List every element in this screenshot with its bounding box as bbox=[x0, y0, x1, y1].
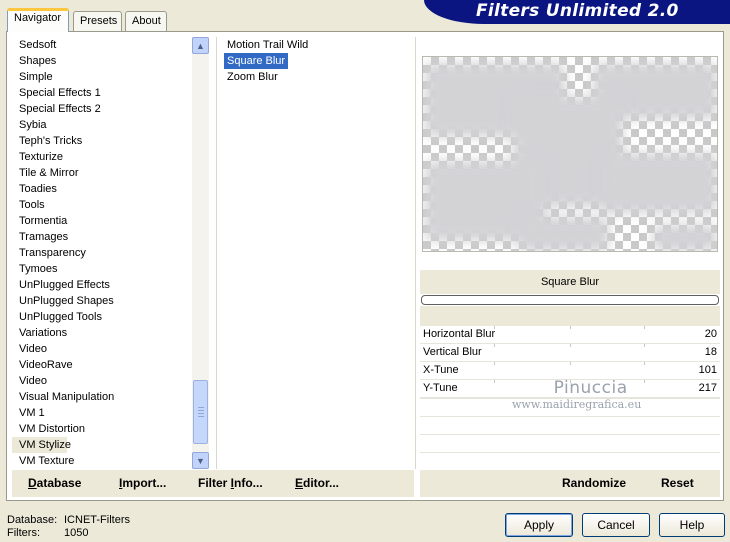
scroll-down-button[interactable]: ▼ bbox=[192, 452, 209, 469]
current-filter-title: Square Blur bbox=[420, 270, 720, 294]
category-item[interactable]: VM Stylize bbox=[12, 437, 71, 453]
category-item[interactable]: VM Distortion bbox=[12, 421, 192, 437]
category-item[interactable]: Transparency bbox=[12, 245, 192, 261]
scroll-thumb[interactable] bbox=[193, 380, 208, 444]
category-item[interactable]: Shapes bbox=[12, 53, 192, 69]
param-value: 18 bbox=[704, 346, 717, 358]
category-item[interactable]: Special Effects 1 bbox=[12, 85, 192, 101]
param-value: 217 bbox=[698, 382, 717, 394]
category-item[interactable]: Texturize bbox=[12, 149, 192, 165]
list-divider bbox=[216, 37, 217, 469]
category-item[interactable]: Teph's Tricks bbox=[12, 133, 192, 149]
grip-icon bbox=[198, 407, 204, 417]
category-item[interactable]: UnPlugged Tools bbox=[12, 309, 192, 325]
filter-item[interactable]: Zoom Blur bbox=[224, 69, 281, 85]
filters-count: 1050 bbox=[64, 527, 89, 539]
category-item[interactable]: UnPlugged Shapes bbox=[12, 293, 192, 309]
filters-label: Filters: bbox=[7, 527, 40, 539]
param-label: X-Tune bbox=[423, 364, 459, 376]
filter-item[interactable]: Motion Trail Wild bbox=[224, 37, 311, 53]
category-item[interactable]: Special Effects 2 bbox=[12, 101, 192, 117]
category-item[interactable]: Video bbox=[12, 341, 192, 357]
panel-divider bbox=[415, 37, 416, 469]
param-value: 20 bbox=[704, 328, 717, 340]
category-item[interactable]: Sybia bbox=[12, 117, 192, 133]
filter-list[interactable]: Motion Trail Wild Square Blur Zoom Blur bbox=[224, 37, 414, 85]
randomize-button[interactable]: Randomize bbox=[562, 476, 626, 490]
reset-button[interactable]: Reset bbox=[661, 476, 694, 490]
param-value: 101 bbox=[698, 364, 717, 376]
category-item[interactable]: Tormentia bbox=[12, 213, 192, 229]
tab-about[interactable]: About bbox=[125, 11, 167, 32]
cancel-button[interactable]: Cancel bbox=[582, 513, 650, 537]
param-label: Vertical Blur bbox=[423, 346, 482, 358]
database-button[interactable]: Database bbox=[28, 476, 81, 490]
left-toolbar: Database Import... Filter Info... Editor… bbox=[12, 470, 414, 497]
category-item[interactable]: Tymoes bbox=[12, 261, 192, 277]
scroll-up-button[interactable]: ▲ bbox=[192, 37, 209, 54]
help-button[interactable]: Help bbox=[659, 513, 725, 537]
category-scrollbar[interactable]: ▲ ▼ bbox=[192, 37, 209, 469]
category-item[interactable]: Tramages bbox=[12, 229, 192, 245]
right-toolbar: Randomize Reset bbox=[420, 470, 720, 497]
category-item[interactable]: UnPlugged Effects bbox=[12, 277, 192, 293]
empty-param-row bbox=[420, 416, 720, 433]
progress-bar bbox=[421, 295, 719, 305]
category-item[interactable]: Simple bbox=[12, 69, 192, 85]
app-title: Filters Unlimited 2.0 bbox=[476, 1, 679, 21]
category-item[interactable]: Tile & Mirror bbox=[12, 165, 192, 181]
parameters-header-strip bbox=[420, 306, 720, 326]
filter-info-button[interactable]: Filter Info... bbox=[198, 476, 263, 490]
database-label: Database: bbox=[7, 514, 58, 526]
database-value: ICNET-Filters bbox=[64, 514, 130, 526]
import-button[interactable]: Import... bbox=[119, 476, 166, 490]
empty-param-row bbox=[420, 434, 720, 451]
category-item[interactable]: Video bbox=[12, 373, 192, 389]
apply-button[interactable]: Apply bbox=[505, 513, 573, 537]
filter-item[interactable]: Square Blur bbox=[224, 53, 289, 69]
param-row-vertical-blur[interactable]: Vertical Blur 18 bbox=[420, 344, 720, 362]
watermark-name: Pinuccia bbox=[553, 378, 628, 398]
category-item[interactable]: Tools bbox=[12, 197, 192, 213]
watermark: Pinuccia www.maidiregrafica.eu bbox=[512, 378, 641, 411]
category-item[interactable]: VM Texture bbox=[12, 453, 192, 469]
category-item[interactable]: Toadies bbox=[12, 181, 192, 197]
category-item[interactable]: Variations bbox=[12, 325, 192, 341]
editor-button[interactable]: Editor... bbox=[295, 476, 339, 490]
category-item[interactable]: Visual Manipulation bbox=[12, 389, 192, 405]
category-item[interactable]: VM 1 bbox=[12, 405, 192, 421]
empty-param-row bbox=[420, 452, 720, 469]
category-item[interactable]: VideoRave bbox=[12, 357, 192, 373]
watermark-url: www.maidiregrafica.eu bbox=[512, 398, 642, 411]
tab-presets[interactable]: Presets bbox=[73, 11, 122, 32]
preview-image bbox=[422, 56, 718, 252]
param-label: Y-Tune bbox=[423, 382, 458, 394]
category-list[interactable]: Sedsoft Shapes Simple Special Effects 1 Spec… bbox=[12, 37, 192, 469]
category-item[interactable]: Sedsoft bbox=[12, 37, 192, 53]
param-label: Horizontal Blur bbox=[423, 328, 496, 340]
tab-navigator[interactable]: Navigator bbox=[7, 8, 69, 32]
param-row-horizontal-blur[interactable]: Horizontal Blur 20 bbox=[420, 326, 720, 344]
